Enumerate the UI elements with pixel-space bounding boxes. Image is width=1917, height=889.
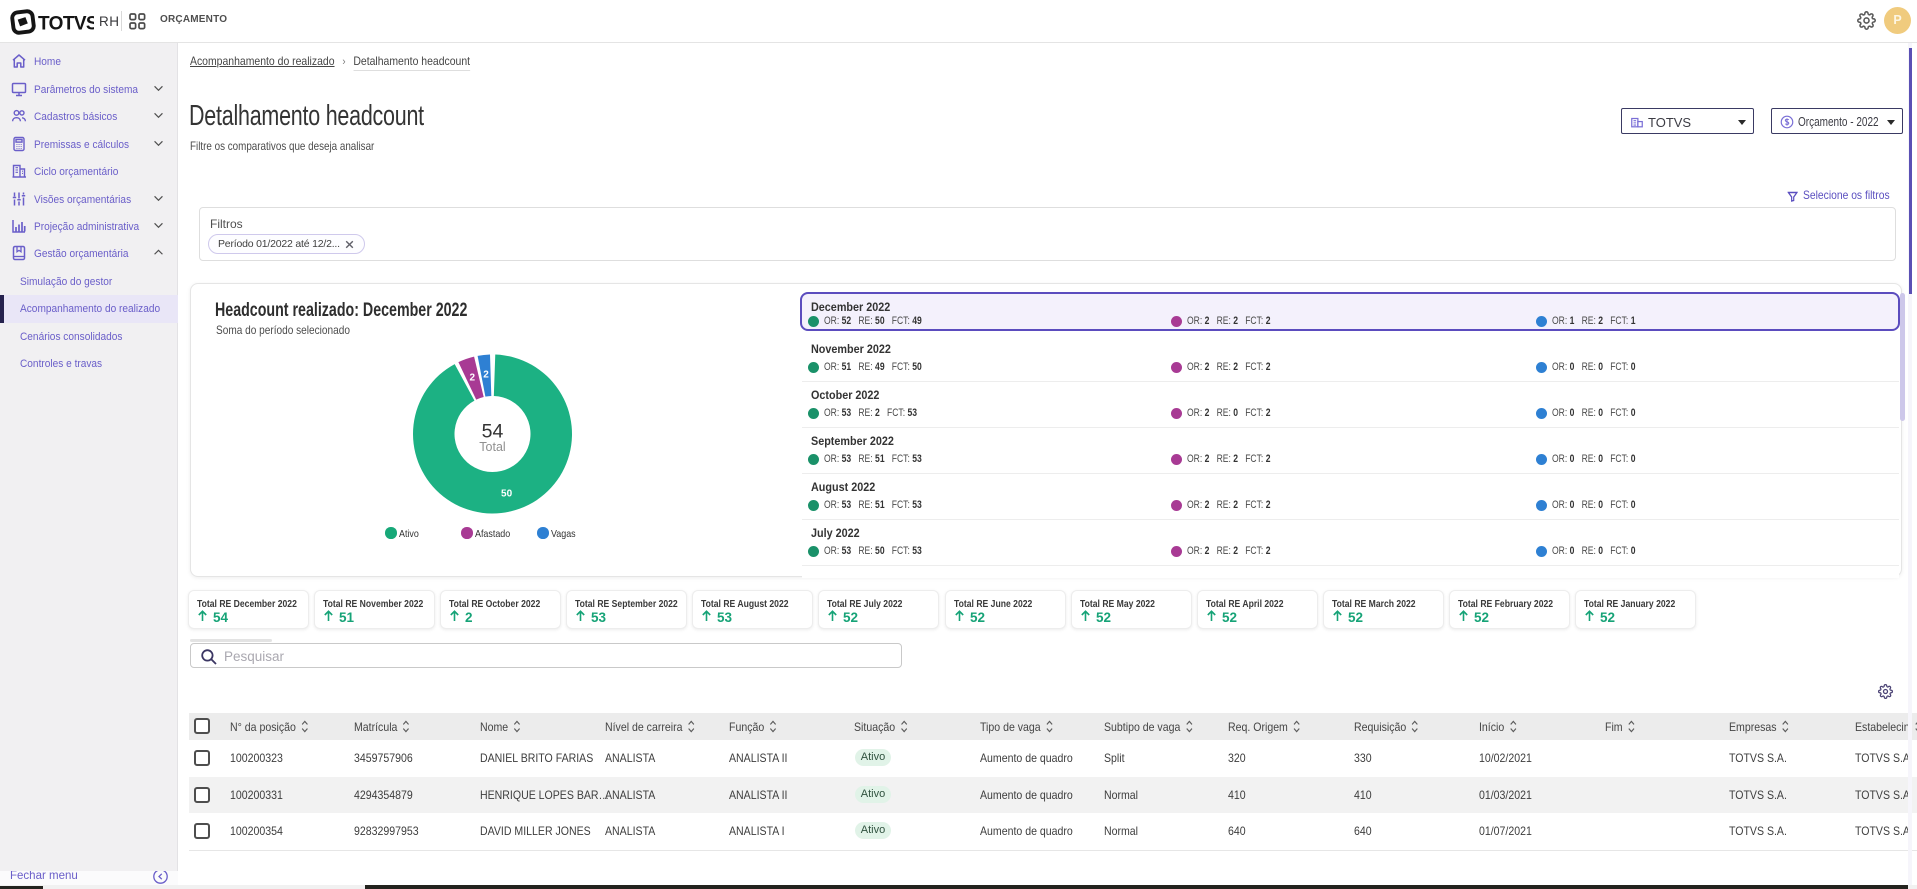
svg-text:50: 50 [501, 488, 513, 499]
svg-text:2: 2 [470, 373, 476, 384]
svg-text:2: 2 [483, 369, 489, 380]
svg-text:Total: Total [479, 440, 505, 454]
svg-text:TOTVS: TOTVS [38, 14, 94, 35]
